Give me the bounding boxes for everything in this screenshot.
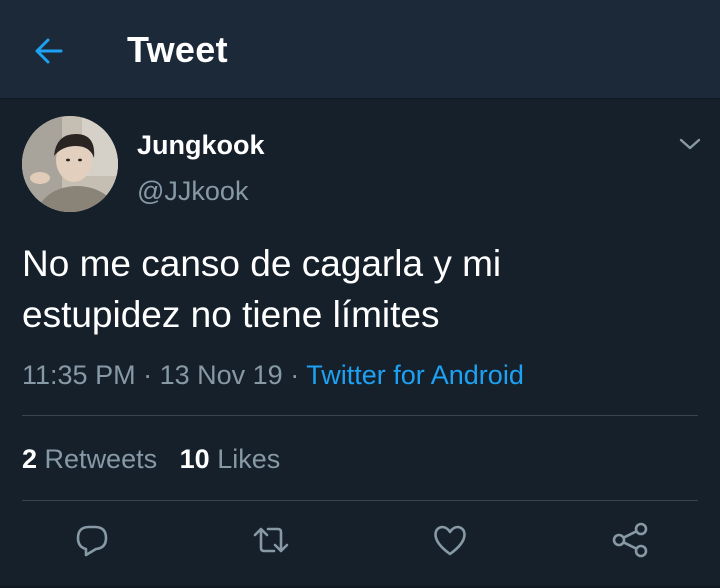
- share-button[interactable]: [608, 518, 652, 562]
- tweet-metadata: 11:35 PM · 13 Nov 19 · Twitter for Andro…: [22, 357, 524, 393]
- tweet-time: 11:35 PM: [22, 360, 136, 390]
- retweets-count: 2: [22, 444, 38, 474]
- likes-label: Likes: [217, 444, 281, 474]
- retweet-icon: [253, 527, 289, 553]
- like-button[interactable]: [428, 518, 472, 562]
- top-bar: Tweet: [0, 0, 720, 99]
- author-name[interactable]: Jungkook: [137, 128, 265, 162]
- retweet-button[interactable]: [249, 518, 293, 562]
- retweets-stat[interactable]: 2 Retweets: [22, 444, 157, 474]
- likes-stat[interactable]: 10 Likes: [180, 444, 281, 474]
- tweet-text-line: No me canso de cagarla y mi: [22, 243, 502, 284]
- retweets-label: Retweets: [44, 444, 158, 474]
- tweet-text: No me canso de cagarla y mi estupidez no…: [22, 238, 692, 340]
- tweet-source-link[interactable]: Twitter for Android: [306, 360, 524, 390]
- author-handle[interactable]: @JJkook: [137, 174, 248, 208]
- avatar-image: [22, 116, 118, 212]
- arrow-left-icon: [35, 38, 63, 64]
- avatar[interactable]: [22, 116, 118, 212]
- back-button[interactable]: [26, 28, 72, 74]
- meta-separator: ·: [290, 360, 300, 390]
- page-title: Tweet: [127, 29, 228, 70]
- tweet-text-line: estupidez no tiene límites: [22, 294, 440, 335]
- divider: [22, 500, 698, 501]
- meta-separator: ·: [143, 360, 153, 390]
- chevron-down-icon: [679, 138, 701, 150]
- reply-icon: [76, 525, 108, 557]
- reply-button[interactable]: [70, 518, 114, 562]
- tweet-date: 13 Nov 19: [159, 360, 283, 390]
- likes-count: 10: [179, 444, 210, 474]
- divider: [22, 415, 698, 416]
- like-icon: [434, 525, 466, 556]
- tweet-stats: 2 Retweets 10 Likes: [22, 441, 280, 477]
- share-icon: [612, 522, 648, 558]
- tweet-menu-button[interactable]: [676, 130, 704, 158]
- tweet-detail-screen: Tweet Jungkook @JJkook No me canso de ca…: [0, 0, 720, 588]
